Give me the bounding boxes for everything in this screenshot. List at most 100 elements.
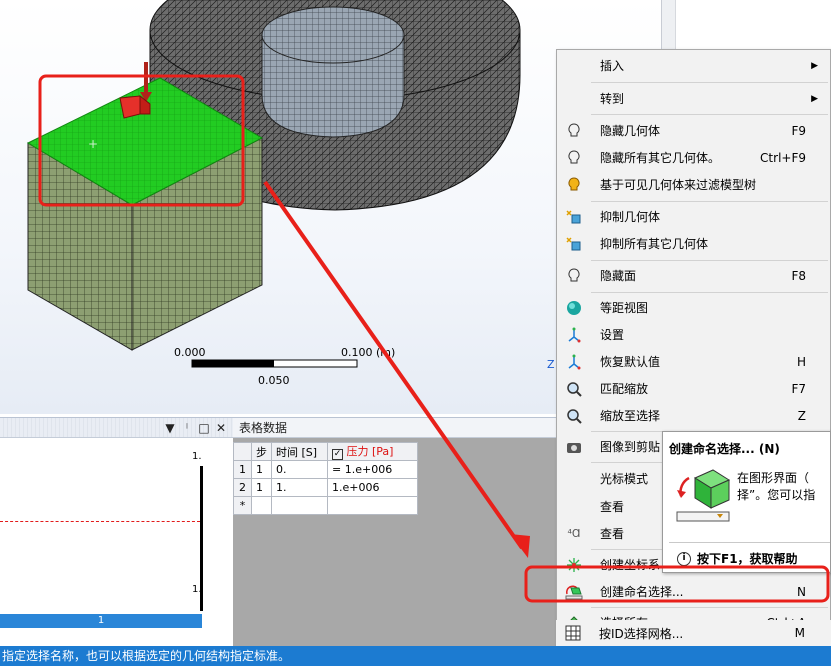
tabular-data-panel: 表格数据 步 时间 [S] ✓ 压力 [Pa] 1 1 0. = 1.e+006… [233,417,563,646]
menu-item-shortcut: Z [797,408,806,423]
menu-item-suppress-body[interactable]: 抑制几何体 [557,203,831,230]
menu-item-shortcut: M [794,626,805,640]
menu-item-isometric-view[interactable]: 等距视图 [557,294,831,321]
cell-time[interactable]: 1. [271,478,328,497]
cell-step[interactable]: 1 [251,478,272,497]
menu-item-select-mesh-by-id-row[interactable]: 按ID选择网格... M [556,620,831,646]
cell-time[interactable]: 0. [271,460,328,479]
pin-icon[interactable]: ᛌ [181,421,193,435]
graph-plot[interactable]: 1. 1. 1 [0,438,233,638]
tooltip-line-2: 择”。您可以指 [737,488,816,502]
menu-item-goto[interactable]: 转到 ▶ [557,85,831,112]
bulb-off-icon [565,122,583,140]
menu-item-shortcut: F8 [791,268,806,283]
tooltip-help: i 按下F1，获取帮助 [677,550,798,567]
suppress-icon [565,208,583,226]
menu-item-zoom-to-selection[interactable]: 缩放至选择 Z [557,402,831,429]
menu-item-label: 等距视图 [600,301,649,315]
menu-item-filter-tree[interactable]: 基于可见几何体来过滤模型树 [557,171,831,198]
menu-item-label: 匹配缩放 [600,382,649,396]
suppress-icon [565,235,583,253]
named-selection-icon [565,583,583,601]
zoom-fit-icon [565,380,583,398]
row-header: 1 [233,460,252,479]
menu-item-label: 缩放至选择 [600,409,661,423]
tooltip-help-text: 按下F1，获取帮助 [697,552,798,566]
bulb-off-icon [565,149,583,167]
cell-step[interactable]: 1 [251,460,272,479]
scale-left-label: 0.000 [174,346,206,359]
tabular-data-title: 表格数据 [233,418,563,438]
menu-item-label: 隐藏所有其它几何体。 [600,151,721,165]
menu-item-restore-default[interactable]: 恢复默认值 H [557,348,831,375]
column-header-step[interactable]: 步 [251,442,272,461]
graph-panel: ▼ ᛌ □ ✕ 1. 1. 1 [0,417,233,646]
menu-item-hide-body[interactable]: 隐藏几何体 F9 [557,117,831,144]
menu-item-label: 光标模式 [600,472,649,486]
scale-right-label: 0.100 [341,346,373,359]
new-row-marker: * [233,496,252,515]
cell-empty[interactable] [251,496,272,515]
scale-mid-label: 0.050 [258,374,290,387]
menu-item-create-named-selection[interactable]: 创建命名选择... N [557,578,831,605]
submenu-arrow-icon: ▶ [811,60,818,71]
cell-empty[interactable] [271,496,328,515]
menu-item-hide-face[interactable]: 隐藏面 F8 [557,262,831,289]
menu-item-shortcut: F9 [791,123,806,138]
menu-item-label: 插入 [600,59,625,73]
menu-item-suppress-all-other[interactable]: 抑制所有其它几何体 [557,230,831,257]
coordinate-icon [565,556,583,574]
camera-icon [565,438,583,456]
menu-item-shortcut: H [796,354,806,369]
sphere-icon [565,299,583,317]
axes-icon [565,353,583,371]
menu-item-zoom-fit[interactable]: 匹配缩放 F7 [557,375,831,402]
menu-item-label: 基于可见几何体来过滤模型树 [600,178,757,192]
menu-item-label: 抑制几何体 [600,210,661,224]
menu-separator [591,201,828,202]
zoom-fit-icon [565,407,583,425]
menu-item-settings[interactable]: 设置 [557,321,831,348]
timeline-bar[interactable]: 1 [0,614,202,628]
column-header-pressure[interactable]: ✓ 压力 [Pa] [327,442,418,461]
cell-pressure[interactable]: = 1.e+006 [327,460,418,479]
menu-item-insert[interactable]: 插入 ▶ [557,52,831,79]
close-icon[interactable]: ✕ [215,421,227,435]
graph-panel-header: ▼ ᛌ □ ✕ [0,418,233,438]
tabular-data-table[interactable]: 步 时间 [S] ✓ 压力 [Pa] 1 1 0. = 1.e+006 2 1 … [233,442,418,515]
svg-text:+: + [88,137,98,151]
scale-bar: 0.000 0.100 (m) 0.050 [174,346,395,387]
menu-item-label: 查看 [600,527,625,541]
table-row[interactable]: 2 1 1. 1.e+006 [233,478,418,497]
menu-item-label: 创建坐标系 [600,558,661,572]
menu-item-label: 抑制所有其它几何体 [600,237,709,251]
graph-top-label: 1. [192,451,202,462]
table-new-row[interactable]: * [233,496,418,515]
table-row[interactable]: 1 1 0. = 1.e+006 [233,460,418,479]
bulb-on-icon [565,176,583,194]
grid-icon [564,624,582,642]
menu-item-label: 设置 [600,328,625,342]
menu-item-label: 恢复默认值 [600,355,661,369]
menu-separator [591,292,828,293]
cell-pressure[interactable]: 1.e+006 [327,478,418,497]
menu-separator [591,114,828,115]
menu-item-shortcut: F7 [791,381,806,396]
cursor-icon: ⁴Ɑ [567,527,581,540]
column-header-time[interactable]: 时间 [S] [271,442,328,461]
graph-bottom-label: 1. [192,584,202,595]
pressure-column-label: 压力 [Pa] [346,445,394,458]
menu-item-shortcut: N [797,584,806,599]
maximize-icon[interactable]: □ [198,421,210,435]
status-bar: 指定选择名称，也可以根据选定的几何结构指定标准。 [0,646,831,666]
axis-indicator-z: Z [547,358,555,371]
pressure-checkbox-icon[interactable]: ✓ [332,449,343,460]
corner-cell [233,442,252,461]
menu-item-shortcut: Ctrl+F9 [760,150,806,165]
panel-menu-icon[interactable]: ▼ [164,421,176,435]
menu-item-hide-all-other[interactable]: 隐藏所有其它几何体。 Ctrl+F9 [557,144,831,171]
tooltip-line-1: 在图形界面（ [737,471,810,485]
named-selection-tooltip: 创建命名选择... (N) 在图形界面（ 择”。您可以指 i 按下F1，获取帮助 [662,431,831,573]
cell-empty[interactable] [327,496,418,515]
status-text: 指定选择名称，也可以根据选定的几何结构指定标准。 [2,649,291,663]
